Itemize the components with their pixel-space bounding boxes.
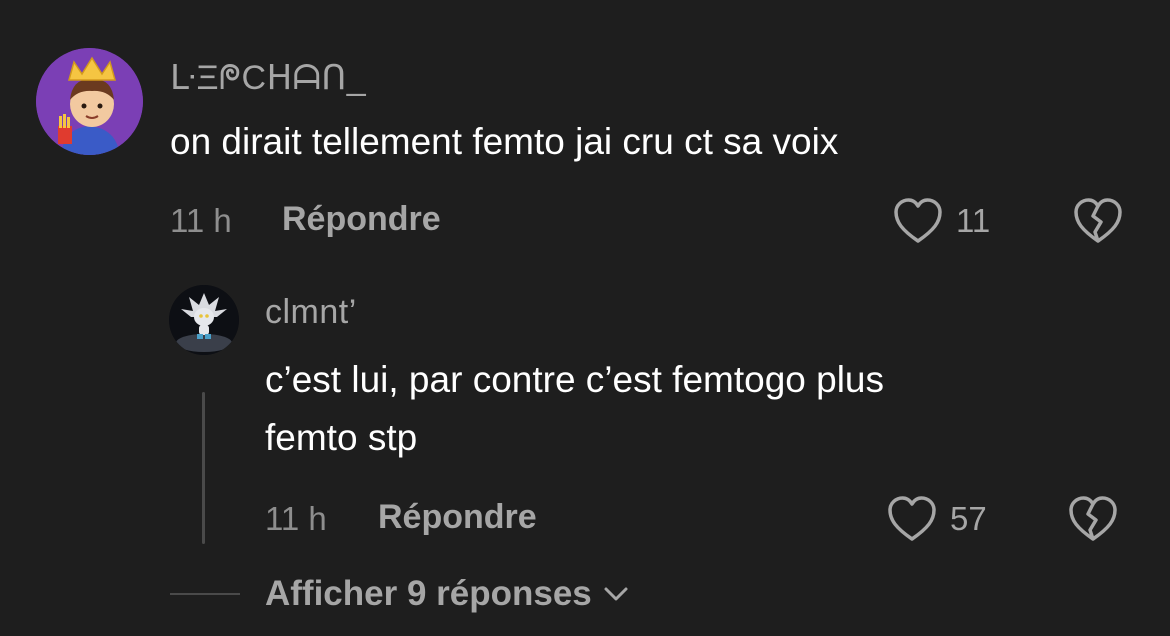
broken-heart-icon <box>1074 198 1122 243</box>
chevron-down-icon <box>604 587 628 601</box>
comment-timestamp: 11 h <box>170 202 232 239</box>
reply-timestamp: 11 h <box>265 500 327 537</box>
view-replies-label: Afficher 9 réponses <box>265 574 592 613</box>
reply-text-line-1: c’est lui, par contre c’est femtogo plus <box>265 359 885 400</box>
silver-hedgehog-avatar-icon <box>169 285 239 355</box>
reply-like-button[interactable] <box>886 494 938 544</box>
reply-text-line-2: femto stp <box>265 417 418 458</box>
view-replies-button[interactable]: Afficher 9 réponses <box>265 574 630 614</box>
reply-avatar[interactable] <box>169 285 239 355</box>
avatar[interactable] <box>36 48 143 155</box>
view-replies-divider <box>170 593 240 595</box>
broken-heart-icon <box>1069 496 1117 541</box>
reply-reply-button[interactable]: Répondre <box>378 498 537 537</box>
thread-line <box>202 392 205 544</box>
comment-text: on dirait tellement femto jai cru ct sa … <box>170 121 839 162</box>
heart-icon <box>894 198 942 243</box>
reply-like-count: 57 <box>950 500 987 537</box>
dislike-button[interactable] <box>1071 196 1125 246</box>
kid-with-crown-avatar-icon <box>36 48 143 155</box>
like-button[interactable] <box>892 196 944 246</box>
reply-username[interactable]: clmnt’ <box>265 293 357 332</box>
reply-button[interactable]: Répondre <box>282 200 441 239</box>
like-count: 11 <box>956 202 991 239</box>
comment-username[interactable]: ᒷΞᖘCᕼᗩᑎ_ <box>170 58 366 98</box>
heart-icon <box>888 496 936 541</box>
reply-dislike-button[interactable] <box>1066 494 1120 544</box>
